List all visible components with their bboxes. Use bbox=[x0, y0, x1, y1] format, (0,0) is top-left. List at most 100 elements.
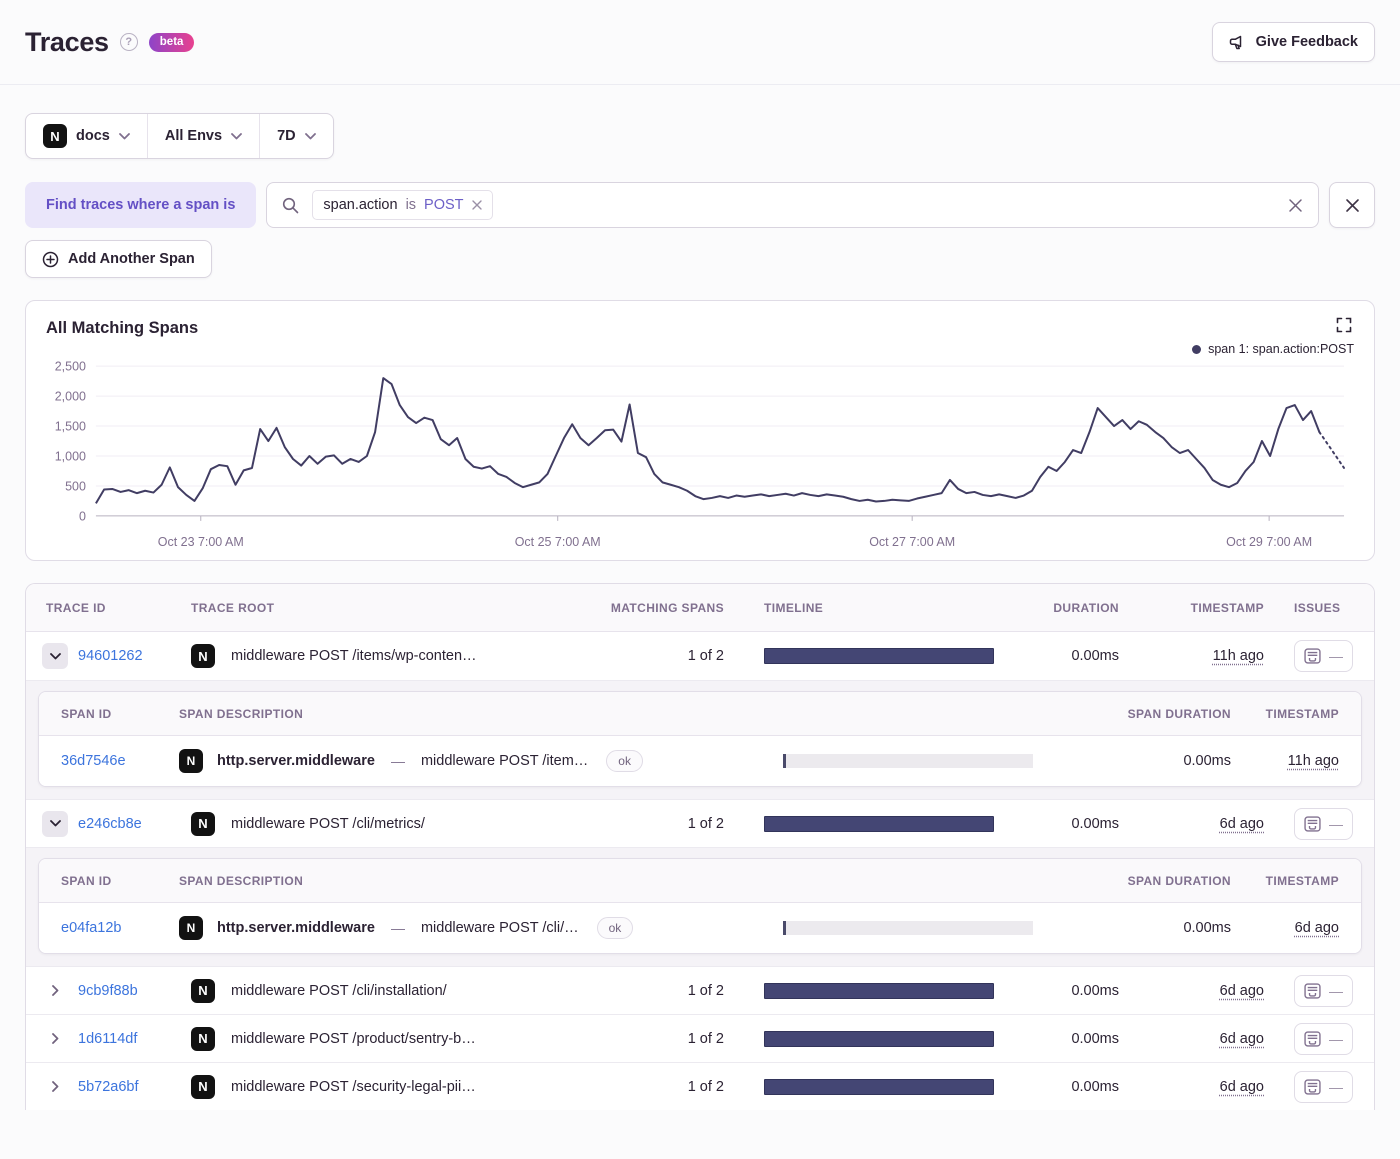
legend-series-label: span 1: span.action:POST bbox=[1208, 342, 1354, 356]
trace-id-link[interactable]: 1d6114df bbox=[78, 1031, 137, 1047]
date-range-label: 7D bbox=[277, 128, 296, 144]
nextjs-logo-icon: N bbox=[179, 916, 203, 940]
issues-button[interactable]: — bbox=[1294, 640, 1353, 672]
spans-subtable-header: Span ID Span Description Span Duration Time… bbox=[39, 859, 1361, 903]
fullscreen-expand-icon[interactable] bbox=[1334, 315, 1354, 335]
megaphone-icon bbox=[1229, 34, 1247, 51]
span-description-label: middleware POST /item… bbox=[420, 753, 589, 769]
environment-selector[interactable]: All Envs bbox=[146, 114, 259, 158]
chevron-right-icon[interactable] bbox=[42, 978, 68, 1004]
column-header-span-id: Span ID bbox=[61, 706, 112, 721]
token-remove-icon[interactable] bbox=[471, 200, 482, 210]
separator-dash: — bbox=[390, 920, 405, 936]
span-status-badge: ok bbox=[596, 917, 634, 939]
issues-button[interactable]: — bbox=[1294, 1022, 1353, 1055]
trace-id-link[interactable]: 9cb9f88b bbox=[78, 983, 138, 999]
nextjs-logo-icon: N bbox=[191, 1074, 215, 1099]
matching-spans-count: 1 of 2 bbox=[687, 648, 724, 664]
nextjs-logo-icon: N bbox=[179, 749, 203, 773]
issues-button[interactable]: — bbox=[1294, 807, 1353, 840]
timestamp-value[interactable]: 6d ago bbox=[1220, 1031, 1264, 1047]
chevron-down-icon[interactable] bbox=[42, 810, 68, 837]
span-id-link[interactable]: 36d7546e bbox=[61, 753, 126, 769]
table-header-row: Trace ID Trace Root Matching Spans Timel… bbox=[26, 584, 1374, 632]
spans-subtable-header: Span ID Span Description Span Duration Time… bbox=[39, 692, 1361, 736]
token-value: POST bbox=[424, 197, 464, 213]
give-feedback-button[interactable]: Give Feedback bbox=[1211, 22, 1375, 62]
table-row[interactable]: e246cb8e Nmiddleware POST /cli/metrics/1 … bbox=[26, 799, 1374, 847]
chevron-right-icon[interactable] bbox=[42, 1074, 68, 1100]
timeline-bar bbox=[764, 648, 994, 664]
column-header-span-timestamp: Timestamp bbox=[1265, 706, 1339, 721]
span-timestamp-value[interactable]: 6d ago bbox=[1295, 920, 1339, 936]
issue-icon bbox=[1304, 1030, 1321, 1047]
search-clear-icon[interactable] bbox=[1288, 198, 1303, 213]
timeline-bar bbox=[764, 982, 994, 999]
timestamp-value[interactable]: 11h ago bbox=[1213, 648, 1264, 664]
issues-count-empty: — bbox=[1329, 815, 1343, 832]
trace-root-label: middleware POST /security-legal-pii… bbox=[231, 1078, 476, 1095]
table-row[interactable]: 9cb9f88b Nmiddleware POST /cli/installati… bbox=[26, 966, 1374, 1014]
column-header-span-duration: Span Duration bbox=[1127, 873, 1231, 888]
duration-value: 0.00ms bbox=[1071, 982, 1119, 999]
column-header-trace-root: Trace Root bbox=[191, 600, 275, 615]
close-icon bbox=[1345, 198, 1360, 213]
span-row[interactable]: e04fa12b Nhttp.server.middleware — middlewa… bbox=[39, 903, 1361, 953]
span-id-link[interactable]: e04fa12b bbox=[61, 920, 121, 936]
column-header-issues: Issues bbox=[1294, 600, 1341, 615]
matching-spans-chart-card: All Matching Spans span 1: span.action:P… bbox=[25, 300, 1375, 561]
chart-title: All Matching Spans bbox=[46, 319, 199, 337]
duration-value: 0.00ms bbox=[1071, 648, 1119, 664]
issue-icon bbox=[1304, 815, 1321, 832]
nextjs-logo-icon: N bbox=[191, 978, 215, 1003]
chevron-right-icon[interactable] bbox=[42, 1026, 68, 1052]
span-search-bar[interactable]: span.action is POST bbox=[266, 182, 1319, 228]
svg-text:2,000: 2,000 bbox=[55, 390, 86, 404]
chart-legend-item[interactable]: span 1: span.action:POST bbox=[1192, 342, 1354, 356]
timestamp-value[interactable]: 6d ago bbox=[1220, 816, 1264, 832]
chevron-down-icon bbox=[304, 132, 316, 140]
add-another-span-label: Add Another Span bbox=[68, 251, 195, 267]
span-duration-value: 0.00ms bbox=[1183, 920, 1231, 936]
span-status-badge: ok bbox=[606, 750, 643, 772]
search-filter-token[interactable]: span.action is POST bbox=[312, 190, 493, 220]
help-icon[interactable]: ? bbox=[119, 33, 138, 51]
matching-spans-line-chart: 0 500 1,000 1,500 2,000 2,500 Oct 23 7:00 AM Oc… bbox=[55, 360, 1346, 549]
traces-table: Trace ID Trace Root Matching Spans Timel… bbox=[25, 583, 1375, 1110]
column-header-timestamp: Timestamp bbox=[1190, 600, 1264, 615]
nextjs-logo-icon: N bbox=[191, 644, 215, 668]
timestamp-value[interactable]: 6d ago bbox=[1220, 983, 1264, 999]
trace-id-link[interactable]: e246cb8e bbox=[78, 816, 142, 832]
spans-subtable: Span ID Span Description Span Duration Time… bbox=[38, 858, 1362, 954]
table-row[interactable]: 1d6114df Nmiddleware POST /product/sentry… bbox=[26, 1014, 1374, 1062]
beta-badge: beta bbox=[148, 32, 195, 52]
issues-count-empty: — bbox=[1329, 982, 1343, 999]
nextjs-logo-icon: N bbox=[191, 811, 215, 836]
trace-spans-panel: Span ID Span Description Span Duration Time… bbox=[26, 680, 1374, 799]
issues-button[interactable]: — bbox=[1294, 974, 1353, 1007]
timestamp-value[interactable]: 6d ago bbox=[1220, 1079, 1264, 1095]
give-feedback-label: Give Feedback bbox=[1255, 34, 1358, 50]
span-operation-label: http.server.middleware bbox=[217, 753, 375, 769]
table-row[interactable]: 94601262 Nmiddleware POST /items/wp-conte… bbox=[26, 632, 1374, 680]
trace-id-link[interactable]: 94601262 bbox=[78, 648, 143, 664]
span-duration-value: 0.00ms bbox=[1183, 753, 1231, 769]
trace-id-link[interactable]: 5b72a6bf bbox=[78, 1079, 138, 1095]
remove-span-query-button[interactable] bbox=[1329, 182, 1375, 228]
svg-text:Oct 23 7:00 AM: Oct 23 7:00 AM bbox=[158, 535, 244, 549]
separator-dash: — bbox=[390, 753, 405, 769]
issues-button[interactable]: — bbox=[1294, 1070, 1353, 1103]
project-selector[interactable]: N docs bbox=[26, 114, 147, 158]
chevron-down-icon bbox=[118, 132, 130, 140]
span-row[interactable]: 36d7546e Nhttp.server.middleware — middlewa… bbox=[39, 736, 1361, 786]
span-timestamp-value[interactable]: 11h ago bbox=[1288, 753, 1339, 769]
chevron-down-icon[interactable] bbox=[42, 643, 68, 669]
column-header-span-id: Span ID bbox=[61, 873, 112, 888]
span-timeline-tick bbox=[783, 921, 786, 935]
span-timeline-track bbox=[783, 921, 1033, 935]
add-circle-icon bbox=[42, 251, 59, 268]
date-range-selector[interactable]: 7D bbox=[259, 114, 333, 158]
span-query-row: Find traces where a span is span.action … bbox=[25, 182, 1375, 228]
add-another-span-button[interactable]: Add Another Span bbox=[25, 240, 212, 278]
table-row[interactable]: 5b72a6bf Nmiddleware POST /security-legal… bbox=[26, 1062, 1374, 1110]
